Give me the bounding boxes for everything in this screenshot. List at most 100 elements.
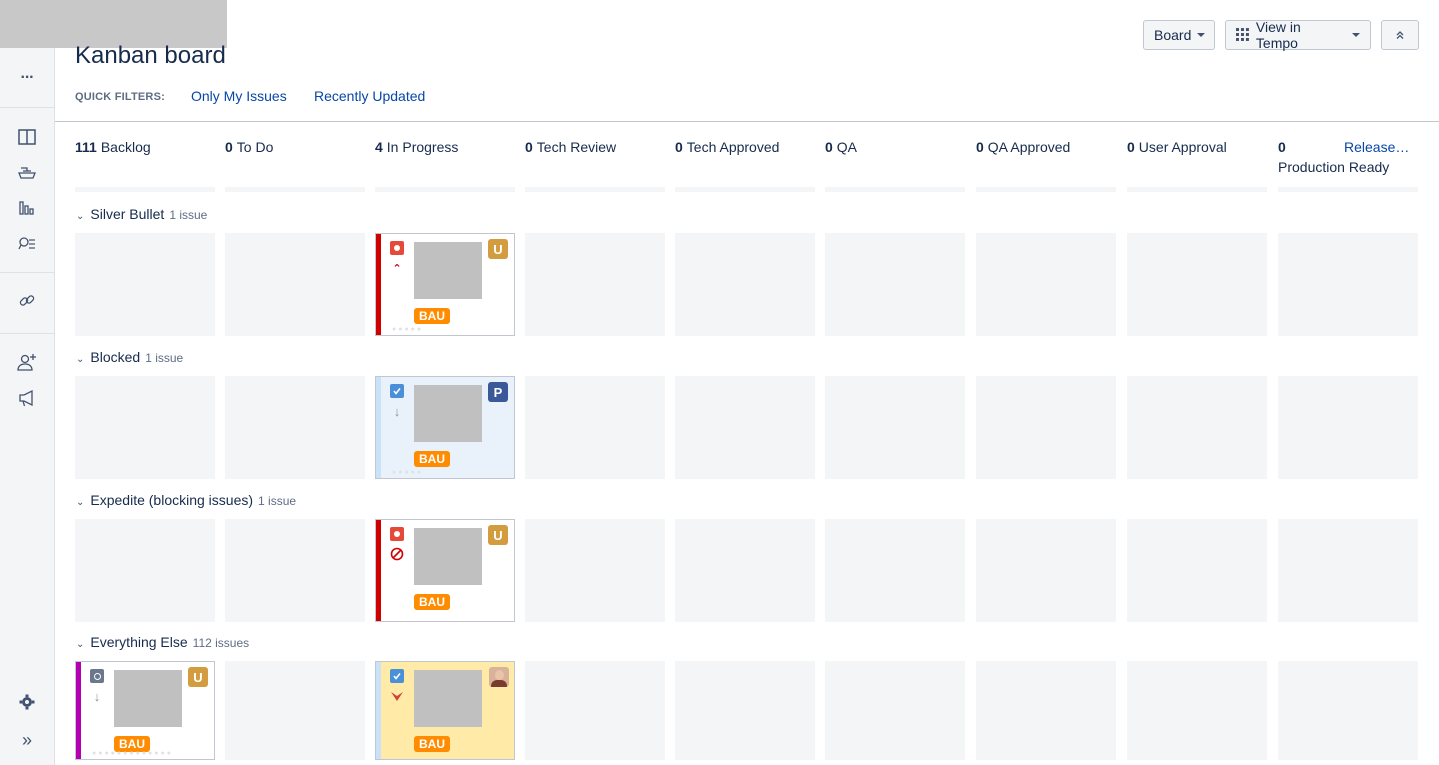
swimlane-name: Expedite (blocking issues) <box>90 492 254 508</box>
days-in-column-dots: ●●●●● <box>392 326 424 333</box>
board-cell <box>1127 661 1267 760</box>
board-cell <box>825 661 965 760</box>
board-cell <box>525 661 665 760</box>
epic-label: BAU <box>414 308 450 324</box>
reports-icon[interactable] <box>13 194 41 222</box>
board-cell <box>1278 519 1418 622</box>
expand-glyph: » <box>21 729 32 750</box>
release-link[interactable]: Release… <box>1344 139 1409 155</box>
epic-label: BAU <box>414 736 450 752</box>
column-name: In Progress <box>386 139 459 155</box>
column-bar <box>976 187 1116 192</box>
assignee-badge: P <box>488 382 508 402</box>
column-count: 0 <box>525 139 533 155</box>
swimlane-header-expedite[interactable]: ⌄ Expedite (blocking issues) 1 issue <box>76 492 296 508</box>
column-bar <box>825 187 965 192</box>
issue-card[interactable]: U BAU <box>375 519 515 622</box>
column-header-in-progress: 4 In Progress <box>375 139 515 155</box>
swimlane-header-silver-bullet[interactable]: ⌄ Silver Bullet 1 issue <box>76 206 207 222</box>
swimlane-header-everything-else[interactable]: ⌄ Everything Else 112 issues <box>76 634 249 650</box>
column-header-production-ready: 0 Release… Production Ready <box>1278 139 1418 175</box>
redacted-summary <box>414 385 482 442</box>
grid-icon <box>1236 28 1249 41</box>
column-name: QA Approved <box>987 139 1071 155</box>
board-cell <box>525 376 665 479</box>
board-cell <box>825 376 965 479</box>
task-checkbox-icon <box>390 669 404 683</box>
sidebar-divider <box>0 272 55 273</box>
add-people-icon[interactable] <box>13 348 41 376</box>
link-icon[interactable] <box>13 287 41 315</box>
board-cell <box>1278 661 1418 760</box>
priority-low-icon: ↓ <box>93 688 101 704</box>
board-cell <box>75 519 215 622</box>
board-cell <box>825 519 965 622</box>
column-name: Tech Approved <box>686 139 780 155</box>
column-name: Production Ready <box>1278 159 1390 175</box>
task-checkbox-icon <box>390 384 404 398</box>
collapse-header-button[interactable] <box>1381 20 1419 50</box>
releases-icon[interactable] <box>13 158 41 186</box>
chevron-down-icon <box>1197 33 1206 37</box>
sidebar: ··· » <box>0 48 55 765</box>
column-count: 4 <box>375 139 383 155</box>
card-color-stripe <box>376 662 381 759</box>
days-in-column-dots: ●●●●●●●●●●●●● <box>92 750 173 757</box>
sidebar-divider <box>0 333 55 334</box>
chevron-down-icon: ⌄ <box>76 354 85 365</box>
board-cell <box>75 233 215 336</box>
column-name: QA <box>836 139 858 155</box>
card-color-stripe <box>376 520 381 621</box>
assignee-badge: U <box>488 525 508 545</box>
header-divider <box>55 121 1439 122</box>
board-cell <box>225 233 365 336</box>
column-header-qa-approved: 0 QA Approved <box>976 139 1116 155</box>
view-in-tempo-button[interactable]: View in Tempo <box>1225 19 1371 51</box>
board-icon[interactable] <box>13 123 41 151</box>
quick-filters-label: QUICK FILTERS: <box>75 91 165 103</box>
days-in-column-dots: ●●●●● <box>392 469 424 476</box>
announce-icon[interactable] <box>13 384 41 412</box>
redacted-area <box>0 0 227 48</box>
board-cell <box>1278 376 1418 479</box>
issue-card[interactable]: ↓ P BAU ●●●●● <box>375 376 515 479</box>
settings-icon[interactable] <box>13 688 41 716</box>
issue-card[interactable]: BAU <box>375 661 515 760</box>
assignee-badge: U <box>488 239 508 259</box>
board-menu-button[interactable]: Board <box>1143 20 1215 50</box>
expand-icon[interactable]: » <box>13 726 41 754</box>
issues-search-icon[interactable] <box>13 230 41 258</box>
board-cell <box>976 233 1116 336</box>
swimlane-header-blocked[interactable]: ⌄ Blocked 1 issue <box>76 349 183 365</box>
card-color-stripe <box>376 377 381 478</box>
issue-card[interactable]: ↓ U BAU ●●●●●●●●●●●●● <box>75 661 215 760</box>
swimlane-count: 1 issue <box>169 208 208 222</box>
column-header-tech-review: 0 Tech Review <box>525 139 665 155</box>
redacted-summary <box>414 670 482 727</box>
board-cell <box>675 661 815 760</box>
quick-filter-only-my-issues[interactable]: Only My Issues <box>191 88 287 104</box>
story-icon <box>90 669 104 683</box>
assignee-badge: U <box>188 667 208 687</box>
chevron-down-icon <box>1352 33 1360 37</box>
double-chevron-up-icon <box>1396 31 1404 39</box>
quick-filter-recently-updated[interactable]: Recently Updated <box>314 88 425 104</box>
column-name: Backlog <box>100 139 151 155</box>
column-count: 0 <box>225 139 233 155</box>
column-name: To Do <box>236 139 274 155</box>
issue-card[interactable]: ⌃ U BAU ●●●●● <box>375 233 515 336</box>
flag-icon <box>390 689 404 703</box>
swimlane-count: 1 issue <box>145 351 184 365</box>
column-bar <box>1278 187 1418 192</box>
board-cell <box>976 519 1116 622</box>
bug-icon <box>390 241 404 255</box>
board-cell <box>225 661 365 760</box>
board-cell <box>825 233 965 336</box>
more-icon[interactable]: ··· <box>13 64 41 92</box>
board-cell <box>525 519 665 622</box>
column-bar <box>1127 187 1267 192</box>
board-button-label: Board <box>1154 27 1192 43</box>
swimlane-name: Blocked <box>90 349 141 365</box>
board-cell <box>75 376 215 479</box>
board-cell <box>675 376 815 479</box>
